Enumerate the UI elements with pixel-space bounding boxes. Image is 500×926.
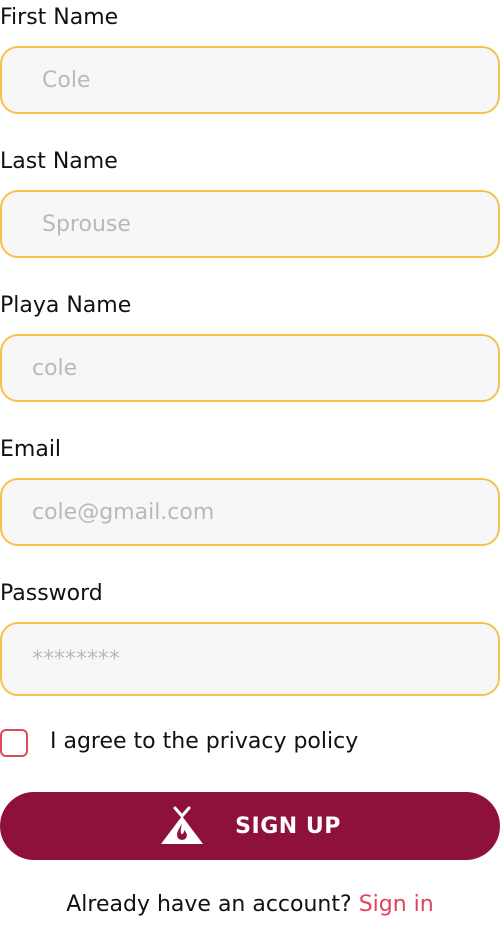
sign-in-prompt: Already have an account? Sign in [0, 894, 500, 916]
last-name-field[interactable] [0, 190, 500, 258]
email-input[interactable] [2, 480, 498, 544]
last-name-input[interactable] [2, 192, 498, 256]
email-label: Email [0, 437, 62, 462]
first-name-label: First Name [0, 5, 119, 30]
playa-name-field[interactable] [0, 334, 500, 402]
sign-up-label: SIGN UP [235, 813, 341, 839]
password-input[interactable] [2, 624, 498, 694]
privacy-checkbox[interactable] [0, 729, 28, 757]
sign-in-link[interactable]: Sign in [359, 892, 434, 917]
email-field[interactable] [0, 478, 500, 546]
last-name-label: Last Name [0, 149, 118, 174]
campfire-tent-icon [159, 806, 205, 846]
first-name-field[interactable] [0, 46, 500, 114]
already-have-account-text: Already have an account? [66, 892, 352, 917]
password-label: Password [0, 581, 103, 606]
first-name-input[interactable] [2, 48, 498, 112]
password-field[interactable] [0, 622, 500, 696]
playa-name-input[interactable] [2, 336, 498, 400]
playa-name-label: Playa Name [0, 293, 132, 318]
privacy-label: I agree to the privacy policy [50, 729, 359, 754]
sign-up-button[interactable]: SIGN UP [0, 792, 500, 860]
